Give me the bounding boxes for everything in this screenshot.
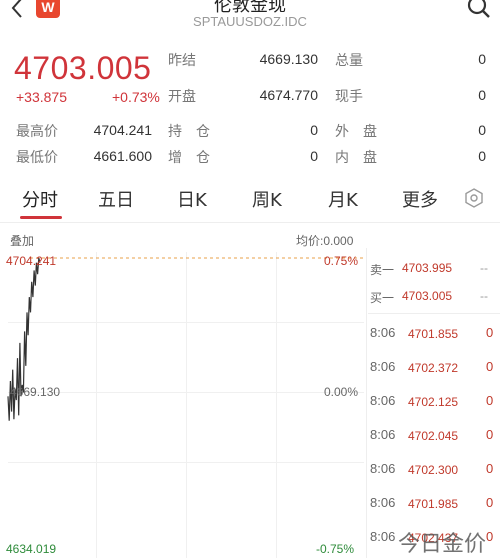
chart-top-price: 4704.241: [6, 254, 57, 268]
last-price: 4703.005: [14, 50, 152, 86]
grid-line: [186, 252, 187, 558]
bid-volume: --: [480, 289, 488, 303]
active-tab-indicator: [20, 216, 62, 219]
grid-line: [276, 252, 277, 558]
inner-label: 内 盘: [335, 150, 377, 166]
tab-monthly-k[interactable]: 月K: [328, 186, 358, 212]
header: W 伦敦金现 SPTAUUSDOZ.IDC: [0, 0, 500, 34]
grid-line: [8, 322, 364, 323]
trade-time: 8:06: [370, 495, 396, 510]
price-change-pct: +0.73%: [112, 89, 160, 105]
tab-daily-k[interactable]: 日K: [177, 186, 207, 212]
prev-close-value: 4669.130: [259, 51, 318, 67]
trade-price: 4702.372: [408, 361, 459, 375]
trade-time: 8:06: [370, 529, 396, 544]
trade-price: 4701.985: [408, 497, 459, 511]
open-interest-value: 0: [310, 122, 318, 138]
open-value: 4674.770: [259, 87, 318, 103]
tab-five-day[interactable]: 五日: [98, 186, 134, 212]
book-divider: [368, 313, 500, 314]
high-value: 4704.241: [93, 122, 152, 138]
ask-volume: --: [480, 261, 488, 275]
ask-price: 4703.995: [402, 261, 453, 275]
open-label: 开盘: [168, 89, 196, 105]
settings-hexagon-icon[interactable]: [464, 188, 484, 208]
ask-label: 卖一: [370, 263, 395, 277]
chart-top-pct: 0.75%: [324, 254, 359, 268]
bid-price: 4703.005: [402, 289, 453, 303]
chart-panel-divider: [366, 248, 367, 558]
trade-volume: 0: [486, 495, 494, 510]
trade-volume: 0: [486, 427, 494, 442]
trade-price: 4701.855: [408, 327, 459, 341]
chart-mid-pct: 0.00%: [324, 385, 359, 399]
chart-bottom-pct: -0.75%: [316, 542, 355, 556]
grid-line: [8, 392, 364, 393]
inner-value: 0: [478, 148, 486, 164]
trade-volume: 0: [486, 359, 494, 374]
open-interest-label: 持 仓: [168, 124, 210, 140]
oi-change-value: 0: [310, 148, 318, 164]
chart-tabs: 分时 五日 日K 周K 月K 更多: [0, 180, 500, 222]
trade-volume: 0: [486, 529, 494, 544]
trade-volume: 0: [486, 461, 494, 476]
chart-mid-price: 4669.130: [10, 385, 61, 399]
volume-label: 总量: [335, 53, 363, 69]
oi-change-label: 增 仓: [168, 150, 210, 166]
overlay-button[interactable]: 叠加: [10, 232, 34, 249]
trade-price: 4702.045: [408, 429, 459, 443]
trade-volume: 0: [486, 325, 494, 340]
low-value: 4661.600: [93, 148, 152, 164]
watermark-text: 今日金价: [398, 532, 487, 557]
low-label: 最低价: [16, 150, 58, 166]
hand-label: 现手: [335, 89, 363, 105]
high-label: 最高价: [16, 124, 58, 140]
tab-more[interactable]: 更多: [402, 186, 438, 212]
search-icon[interactable]: [466, 0, 492, 22]
tab-weekly-k[interactable]: 周K: [252, 186, 282, 212]
outer-label: 外 盘: [335, 124, 377, 140]
trade-price: 4702.125: [408, 395, 459, 409]
average-price-label: 均价:0.000: [296, 234, 354, 248]
trade-time: 8:06: [370, 393, 396, 408]
outer-value: 0: [478, 122, 486, 138]
trade-price: 4702.300: [408, 463, 459, 477]
grid-line: [96, 252, 97, 558]
trade-time: 8:06: [370, 461, 396, 476]
prev-close-label: 昨结: [168, 53, 196, 69]
trade-volume: 0: [486, 393, 494, 408]
trade-time: 8:06: [370, 427, 396, 442]
price-change: +33.875: [16, 89, 67, 105]
tabs-divider: [0, 222, 500, 223]
trade-time: 8:06: [370, 359, 396, 374]
trade-time: 8:06: [370, 325, 396, 340]
symbol-code: SPTAUUSDOZ.IDC: [193, 14, 307, 29]
tab-intraday[interactable]: 分时: [22, 186, 58, 212]
volume-value: 0: [478, 51, 486, 67]
grid-line: [8, 462, 364, 463]
bid-label: 买一: [370, 291, 395, 305]
hand-value: 0: [478, 87, 486, 103]
chart-bottom-price: 4634.019: [6, 542, 57, 556]
